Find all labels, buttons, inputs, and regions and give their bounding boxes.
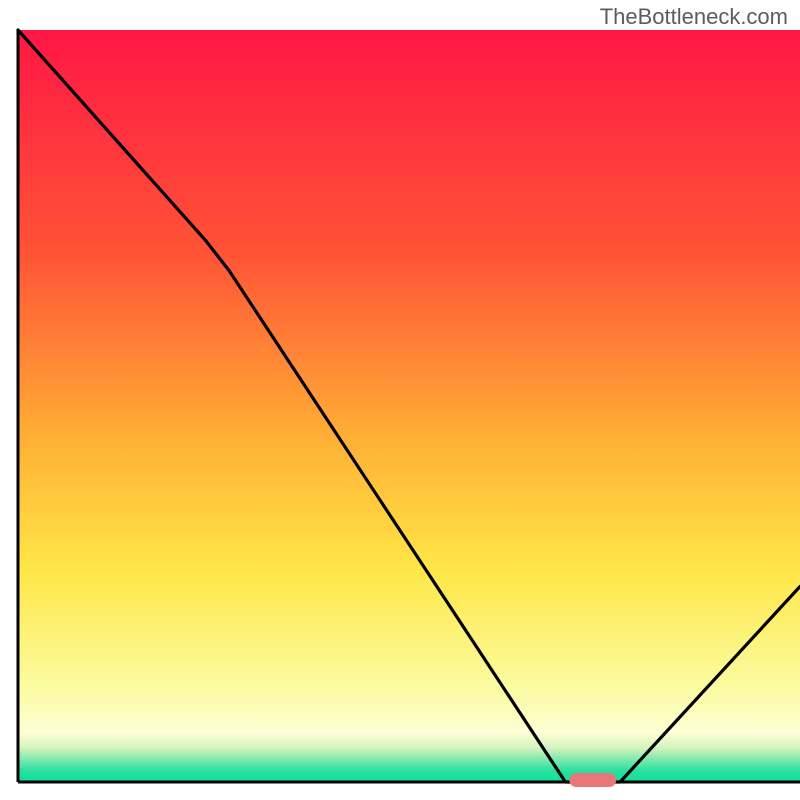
chart-container: TheBottleneck.com (0, 0, 800, 800)
optimum-pill (569, 773, 616, 787)
chart-svg (0, 0, 800, 800)
plot-background (18, 30, 800, 782)
watermark-text: TheBottleneck.com (600, 4, 788, 30)
